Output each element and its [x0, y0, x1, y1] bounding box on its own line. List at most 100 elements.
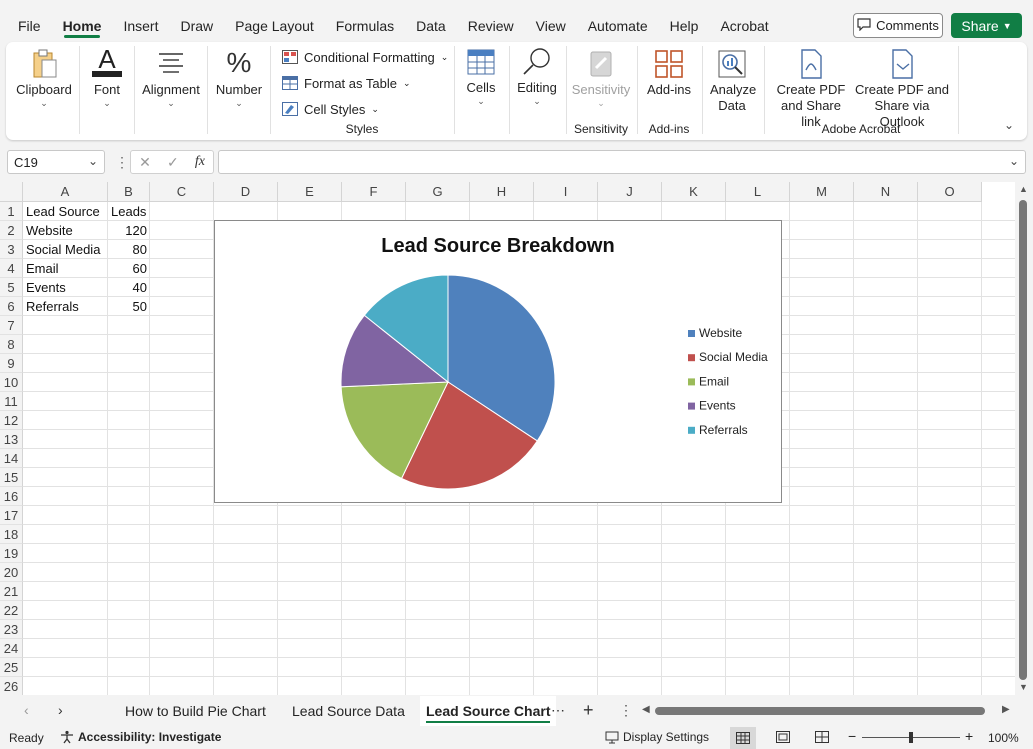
add-ins-button[interactable]: Add-ins	[644, 48, 694, 98]
scroll-up-icon[interactable]: ▲	[1019, 184, 1028, 194]
zoom-in-icon[interactable]: +	[965, 728, 973, 744]
column-header-N[interactable]: N	[854, 182, 918, 202]
vertical-scrollbar[interactable]: ▲ ▼	[1015, 182, 1033, 695]
menu-draw[interactable]: Draw	[169, 0, 224, 40]
zoom-out-icon[interactable]: −	[848, 728, 856, 744]
row-header-2[interactable]: 2	[0, 221, 23, 240]
column-header-J[interactable]: J	[598, 182, 662, 202]
prev-sheet-icon[interactable]: ‹	[24, 702, 29, 718]
clipboard-button[interactable]: Clipboard ⌄	[14, 48, 74, 108]
row-header-4[interactable]: 4	[0, 259, 23, 278]
name-box[interactable]: C19 ⌄	[7, 150, 105, 174]
column-header-E[interactable]: E	[278, 182, 342, 202]
formula-input[interactable]: ⌄	[218, 150, 1026, 174]
comments-button[interactable]: Comments	[853, 13, 943, 38]
enter-icon[interactable]: ✓	[167, 154, 179, 171]
row-header-19[interactable]: 19	[0, 544, 23, 563]
menu-file[interactable]: File	[0, 0, 52, 40]
cell-B4[interactable]: 60	[108, 259, 147, 278]
row-header-14[interactable]: 14	[0, 449, 23, 468]
column-header-D[interactable]: D	[214, 182, 278, 202]
conditional-formatting-button[interactable]: Conditional Formatting ⌄	[282, 46, 448, 68]
add-sheet-icon[interactable]: +	[583, 700, 594, 721]
row-header-15[interactable]: 15	[0, 468, 23, 487]
horizontal-scroll-thumb[interactable]	[655, 707, 985, 715]
row-header-18[interactable]: 18	[0, 525, 23, 544]
font-button[interactable]: A Font ⌄	[86, 46, 128, 108]
page-layout-view-icon[interactable]	[776, 731, 790, 746]
row-header-8[interactable]: 8	[0, 335, 23, 354]
legend-entry[interactable]: Events	[699, 399, 736, 413]
column-header-H[interactable]: H	[470, 182, 534, 202]
row-header-9[interactable]: 9	[0, 354, 23, 373]
menu-insert[interactable]: Insert	[112, 0, 169, 40]
number-button[interactable]: % Number ⌄	[213, 46, 265, 108]
pie-chart[interactable]: Lead Source Breakdown Website Social Media…	[214, 220, 782, 503]
cell-B6[interactable]: 50	[108, 297, 147, 316]
legend-entry[interactable]: Email	[699, 374, 729, 388]
share-button[interactable]: Share ▼	[951, 13, 1022, 38]
column-header-G[interactable]: G	[406, 182, 470, 202]
worksheet-grid[interactable]: A B C D E F G H I J K L M N O 1 2 3 4 5 6 7 8 9 10 11 12 13 14 15 16 17…	[0, 182, 1015, 695]
row-header-11[interactable]: 11	[0, 392, 23, 411]
row-header-20[interactable]: 20	[0, 563, 23, 582]
scroll-left-icon[interactable]: ◀	[642, 704, 650, 715]
cell-A5[interactable]: Events	[26, 278, 66, 297]
column-header-K[interactable]: K	[662, 182, 726, 202]
column-header-I[interactable]: I	[534, 182, 598, 202]
create-pdf-share-link-button[interactable]: Create PDF and Share link	[770, 48, 852, 130]
cell-A1[interactable]: Lead Source	[26, 202, 100, 221]
row-header-10[interactable]: 10	[0, 373, 23, 392]
more-options-icon[interactable]: ⋮	[115, 154, 129, 171]
cells-button[interactable]: Cells ⌄	[462, 46, 500, 106]
cell-A3[interactable]: Social Media	[26, 240, 100, 259]
column-header-M[interactable]: M	[790, 182, 854, 202]
cell-A2[interactable]: Website	[26, 221, 73, 240]
cell-B1[interactable]: Leads	[111, 202, 146, 221]
more-sheets-icon[interactable]: ⋯	[551, 702, 565, 719]
menu-automate[interactable]: Automate	[577, 0, 659, 40]
select-all-corner[interactable]	[0, 182, 23, 202]
row-header-3[interactable]: 3	[0, 240, 23, 259]
menu-data[interactable]: Data	[405, 0, 457, 40]
cell-B2[interactable]: 120	[108, 221, 147, 240]
row-header-1[interactable]: 1	[0, 202, 23, 221]
chart-title[interactable]: Lead Source Breakdown	[381, 235, 614, 257]
analyze-data-button[interactable]: Analyze Data	[706, 48, 758, 114]
row-header-5[interactable]: 5	[0, 278, 23, 297]
tab-options-icon[interactable]: ⋮	[619, 702, 633, 719]
column-header-C[interactable]: C	[150, 182, 214, 202]
column-header-L[interactable]: L	[726, 182, 790, 202]
collapse-ribbon-icon[interactable]: ⌄	[1004, 118, 1014, 132]
row-header-25[interactable]: 25	[0, 658, 23, 677]
insert-function-button[interactable]: fx	[195, 154, 205, 170]
normal-view-button[interactable]	[730, 727, 756, 749]
sensitivity-button[interactable]: Sensitivity ⌄	[570, 48, 632, 108]
scroll-down-icon[interactable]: ▼	[1019, 682, 1028, 692]
row-header-23[interactable]: 23	[0, 620, 23, 639]
sheet-tab-lead-source-data[interactable]: Lead Source Data	[292, 696, 405, 726]
row-header-17[interactable]: 17	[0, 506, 23, 525]
row-header-16[interactable]: 16	[0, 487, 23, 506]
cell-B3[interactable]: 80	[108, 240, 147, 259]
menu-formulas[interactable]: Formulas	[325, 0, 405, 40]
cancel-icon[interactable]: ✕	[139, 154, 151, 171]
menu-page-layout[interactable]: Page Layout	[224, 0, 325, 40]
display-settings-button[interactable]: Display Settings	[605, 730, 709, 744]
row-header-7[interactable]: 7	[0, 316, 23, 335]
legend-entry[interactable]: Referrals	[699, 423, 748, 437]
page-break-view-icon[interactable]	[815, 731, 829, 746]
sheet-tab-how-to-build[interactable]: How to Build Pie Chart	[125, 696, 266, 726]
row-header-26[interactable]: 26	[0, 677, 23, 695]
column-header-F[interactable]: F	[342, 182, 406, 202]
zoom-slider-thumb[interactable]	[909, 732, 913, 743]
legend-entry[interactable]: Social Media	[699, 350, 768, 364]
cell-A4[interactable]: Email	[26, 259, 59, 278]
menu-view[interactable]: View	[525, 0, 577, 40]
menu-acrobat[interactable]: Acrobat	[709, 0, 779, 40]
zoom-level[interactable]: 100%	[988, 731, 1019, 745]
cell-A6[interactable]: Referrals	[26, 297, 79, 316]
column-header-A[interactable]: A	[23, 182, 108, 202]
row-header-12[interactable]: 12	[0, 411, 23, 430]
scroll-right-icon[interactable]: ▶	[1002, 704, 1010, 715]
